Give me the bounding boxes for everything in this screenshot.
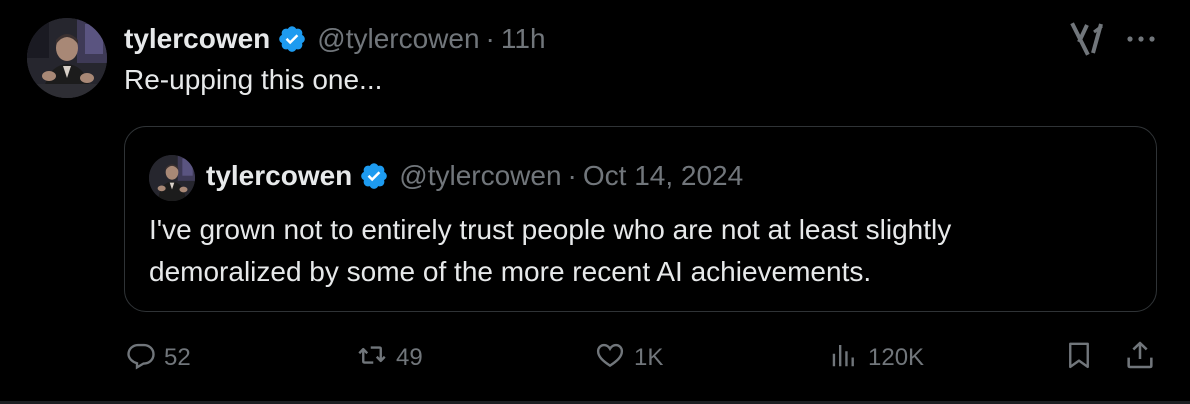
quoted-tweet-text: I've grown not to entirely trust people …	[149, 209, 951, 293]
share-button[interactable]	[1124, 336, 1156, 380]
more-icon[interactable]	[1124, 26, 1158, 52]
reply-icon	[126, 340, 156, 377]
views-icon	[828, 340, 860, 377]
quoted-text-line: demoralized by some of the more recent A…	[149, 256, 872, 287]
author-avatar[interactable]	[27, 18, 107, 98]
quoted-author-name[interactable]: tylercowen	[206, 160, 352, 192]
like-button[interactable]: 1K	[594, 336, 663, 380]
tweet-text: Re-upping this one...	[124, 64, 383, 95]
tweet-header: tylercowen @tylercowen · 11h	[124, 20, 546, 58]
action-bar: 52 49 1K 120K	[0, 336, 1190, 380]
quoted-tweet[interactable]: tylercowen @tylercowen · Oct 14, 2024 I'…	[124, 126, 1157, 312]
bookmark-icon	[1064, 339, 1094, 378]
repost-count: 49	[396, 344, 423, 371]
author-handle[interactable]: @tylercowen	[317, 23, 479, 55]
views-button[interactable]: 120K	[828, 336, 924, 380]
like-count: 1K	[634, 344, 664, 371]
quoted-author-avatar[interactable]	[149, 155, 195, 201]
views-count: 120K	[868, 344, 925, 371]
quoted-author-handle[interactable]: @tylercowen	[399, 160, 561, 192]
bookmark-button[interactable]	[1064, 336, 1094, 380]
quoted-header-separator: ·	[567, 160, 577, 191]
repost-icon	[356, 340, 388, 377]
verified-badge-icon[interactable]	[277, 24, 307, 54]
repost-button[interactable]: 49	[356, 336, 423, 380]
heart-icon	[594, 340, 626, 377]
grok-icon[interactable]	[1070, 22, 1106, 56]
quoted-tweet-date[interactable]: Oct 14, 2024	[583, 160, 743, 192]
header-separator: ·	[485, 23, 495, 54]
quoted-text-line: I've grown not to entirely trust people …	[149, 214, 952, 245]
reply-count: 52	[164, 344, 191, 371]
share-icon	[1124, 339, 1156, 378]
quoted-tweet-header: tylercowen @tylercowen · Oct 14, 2024	[206, 158, 743, 194]
author-name[interactable]: tylercowen	[124, 23, 270, 55]
tweet-timestamp[interactable]: 11h	[501, 23, 546, 55]
tweet[interactable]: tylercowen @tylercowen · 11h Re-upping t…	[0, 0, 1190, 404]
verified-badge-icon[interactable]	[359, 161, 389, 191]
reply-button[interactable]: 52	[126, 336, 191, 380]
